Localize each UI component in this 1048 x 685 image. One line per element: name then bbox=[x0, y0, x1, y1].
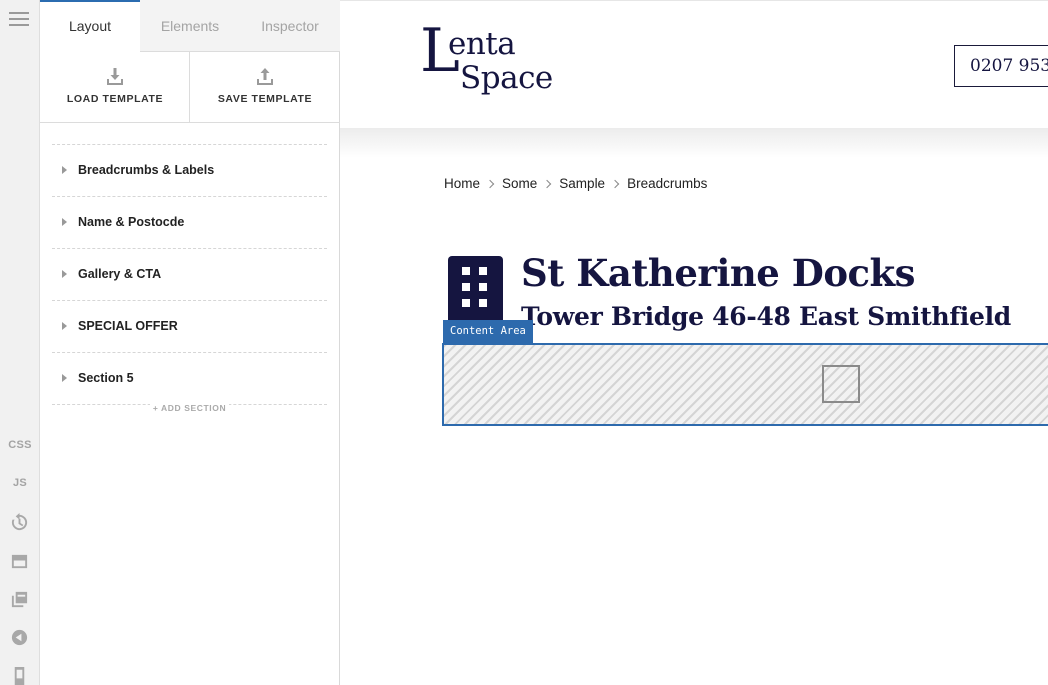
chevron-right-icon bbox=[610, 179, 620, 189]
layout-panel: Layout Elements Inspector LOAD TEMPLATE … bbox=[40, 0, 340, 685]
back-icon[interactable] bbox=[10, 628, 29, 647]
building-icon bbox=[448, 256, 503, 324]
download-icon bbox=[106, 68, 124, 86]
js-button[interactable]: JS bbox=[0, 477, 40, 489]
chevron-right-icon bbox=[543, 179, 552, 189]
logo-word-1: enta bbox=[448, 26, 516, 62]
page-canvas: L enta Space 0207 953 Home Some Sample Brea… bbox=[340, 0, 1048, 685]
save-template-button[interactable]: SAVE TEMPLATE bbox=[190, 52, 340, 122]
css-button[interactable]: CSS bbox=[0, 439, 40, 451]
content-area-label: Content Area bbox=[443, 320, 533, 343]
tab-elements[interactable]: Elements bbox=[140, 0, 240, 52]
logo-word-2: Space bbox=[460, 60, 553, 96]
section-label: Breadcrumbs & Labels bbox=[78, 163, 215, 177]
caret-right-icon bbox=[62, 218, 67, 226]
content-area[interactable] bbox=[442, 343, 1048, 426]
section-list: Breadcrumbs & Labels Name & Postocde Gal… bbox=[52, 144, 327, 424]
caret-right-icon bbox=[62, 322, 67, 330]
property-title: St Katherine Docks bbox=[521, 251, 916, 295]
breadcrumb: Home Some Sample Breadcrumbs bbox=[444, 176, 707, 191]
tab-layout[interactable]: Layout bbox=[40, 0, 140, 53]
phone-button[interactable]: 0207 953 bbox=[954, 45, 1048, 87]
breadcrumb-item[interactable]: Sample bbox=[559, 176, 605, 191]
section-label: SPECIAL OFFER bbox=[78, 319, 178, 333]
tab-inspector[interactable]: Inspector bbox=[240, 0, 340, 52]
history-icon[interactable] bbox=[10, 513, 29, 532]
section-item[interactable]: Section 5 bbox=[52, 352, 327, 404]
upload-icon bbox=[256, 68, 274, 86]
section-label: Section 5 bbox=[78, 371, 134, 385]
section-label: Gallery & CTA bbox=[78, 267, 162, 281]
breadcrumb-item[interactable]: Some bbox=[502, 176, 537, 191]
chevron-right-icon bbox=[485, 179, 495, 189]
load-template-label: LOAD TEMPLATE bbox=[66, 93, 164, 105]
add-section-button[interactable]: + ADD SECTION bbox=[149, 403, 230, 413]
load-template-button[interactable]: LOAD TEMPLATE bbox=[40, 52, 190, 122]
layers-icon[interactable] bbox=[10, 590, 29, 609]
caret-right-icon bbox=[62, 166, 67, 174]
section-item[interactable]: Name & Postocde bbox=[52, 196, 327, 248]
section-label: Name & Postocde bbox=[78, 215, 185, 229]
section-item[interactable]: Breadcrumbs & Labels bbox=[52, 144, 327, 196]
header-shadow bbox=[340, 128, 1048, 158]
section-item[interactable]: Gallery & CTA bbox=[52, 248, 327, 300]
caret-right-icon bbox=[62, 270, 67, 278]
mobile-icon[interactable] bbox=[10, 666, 29, 685]
save-template-label: SAVE TEMPLATE bbox=[217, 93, 313, 105]
property-address: Tower Bridge 46-48 East Smithfield bbox=[521, 302, 1011, 331]
add-section-row: + ADD SECTION bbox=[52, 403, 327, 424]
window-icon[interactable] bbox=[10, 552, 29, 571]
section-item[interactable]: SPECIAL OFFER bbox=[52, 300, 327, 352]
breadcrumb-item[interactable]: Breadcrumbs bbox=[627, 176, 707, 191]
caret-right-icon bbox=[62, 374, 67, 382]
breadcrumb-item[interactable]: Home bbox=[444, 176, 480, 191]
divider bbox=[40, 122, 340, 123]
menu-icon[interactable] bbox=[9, 12, 29, 28]
placeholder-box bbox=[822, 365, 860, 403]
panel-tabs: Layout Elements Inspector bbox=[40, 0, 340, 53]
site-logo[interactable]: L enta Space bbox=[420, 21, 570, 109]
site-header: L enta Space 0207 953 bbox=[340, 0, 1048, 128]
icon-rail: CSS JS bbox=[0, 0, 40, 685]
